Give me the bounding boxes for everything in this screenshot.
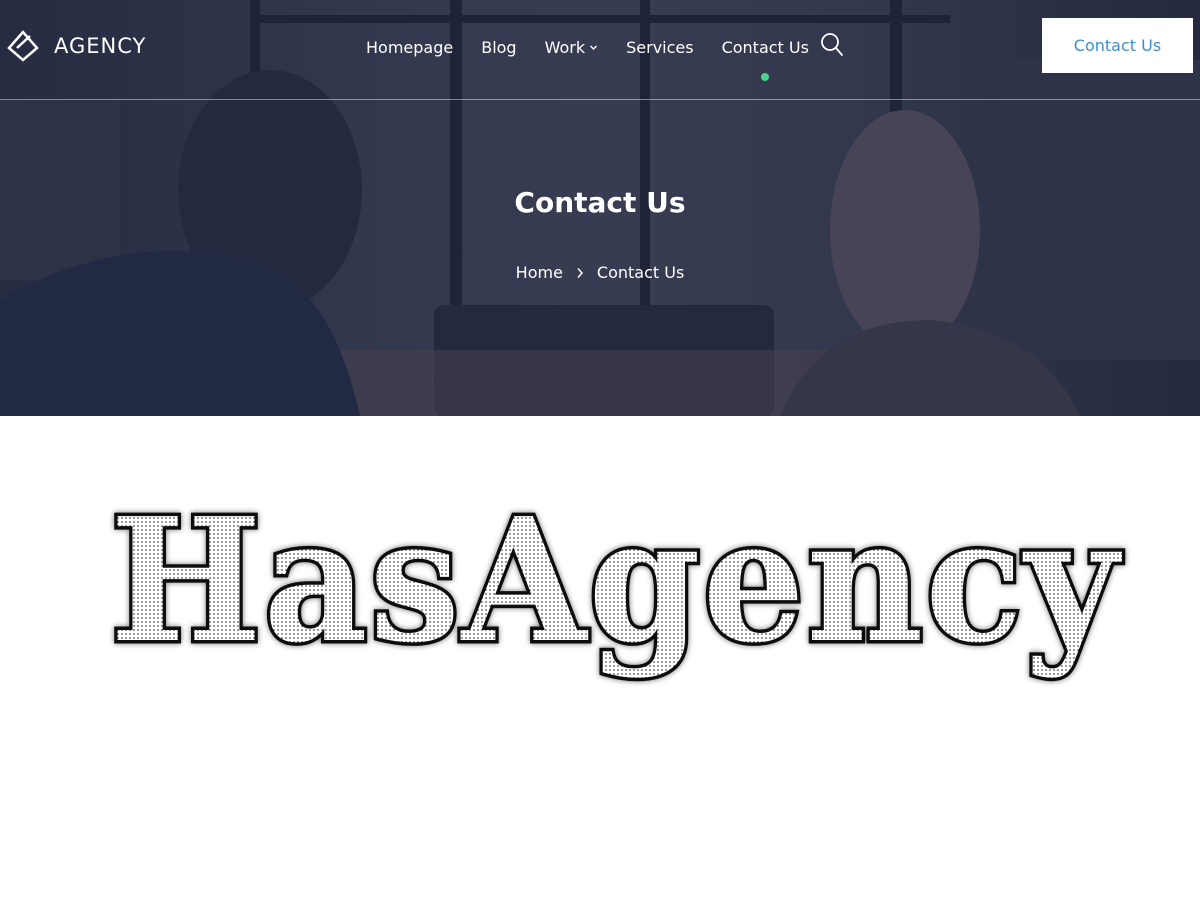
contact-us-button[interactable]: Contact Us — [1042, 18, 1193, 73]
breadcrumb-current: Contact Us — [596, 263, 685, 282]
brand-text-block: HasAgency — [0, 440, 1200, 720]
nav-label: Homepage — [366, 37, 454, 57]
breadcrumb-home-link[interactable]: Home — [516, 263, 563, 282]
nav-item-blog[interactable]: Blog — [481, 38, 516, 57]
brand-text: HasAgency — [110, 481, 1122, 681]
page-title: Contact Us — [514, 186, 686, 219]
nav-label: Services — [626, 37, 694, 57]
hero-banner: AGENCY Homepage Blog Work Services Conta… — [0, 0, 1200, 416]
nav-item-services[interactable]: Services — [626, 38, 693, 57]
logo-icon — [7, 30, 39, 62]
nav-label: Blog — [481, 37, 517, 57]
brand-wordmark: HasAgency — [107, 478, 1124, 685]
header-divider — [0, 99, 1200, 100]
site-header: AGENCY Homepage Blog Work Services Conta… — [0, 0, 1200, 100]
logo[interactable]: AGENCY — [6, 28, 146, 64]
active-indicator-dot — [761, 72, 770, 81]
nav-item-homepage[interactable]: Homepage — [366, 38, 453, 57]
breadcrumb: Home Contact Us — [0, 263, 1200, 282]
main-nav: Homepage Blog Work Services Contact Us — [352, 34, 823, 81]
nav-label: Work — [544, 37, 586, 57]
nav-item-contact-us[interactable]: Contact Us — [721, 37, 809, 81]
chevron-right-icon — [577, 267, 583, 278]
chevron-down-icon — [590, 45, 598, 50]
nav-item-work[interactable]: Work — [545, 38, 599, 57]
nav-label: Contact Us — [721, 37, 809, 57]
search-icon[interactable] — [820, 32, 844, 58]
logo-text: AGENCY — [54, 34, 147, 58]
